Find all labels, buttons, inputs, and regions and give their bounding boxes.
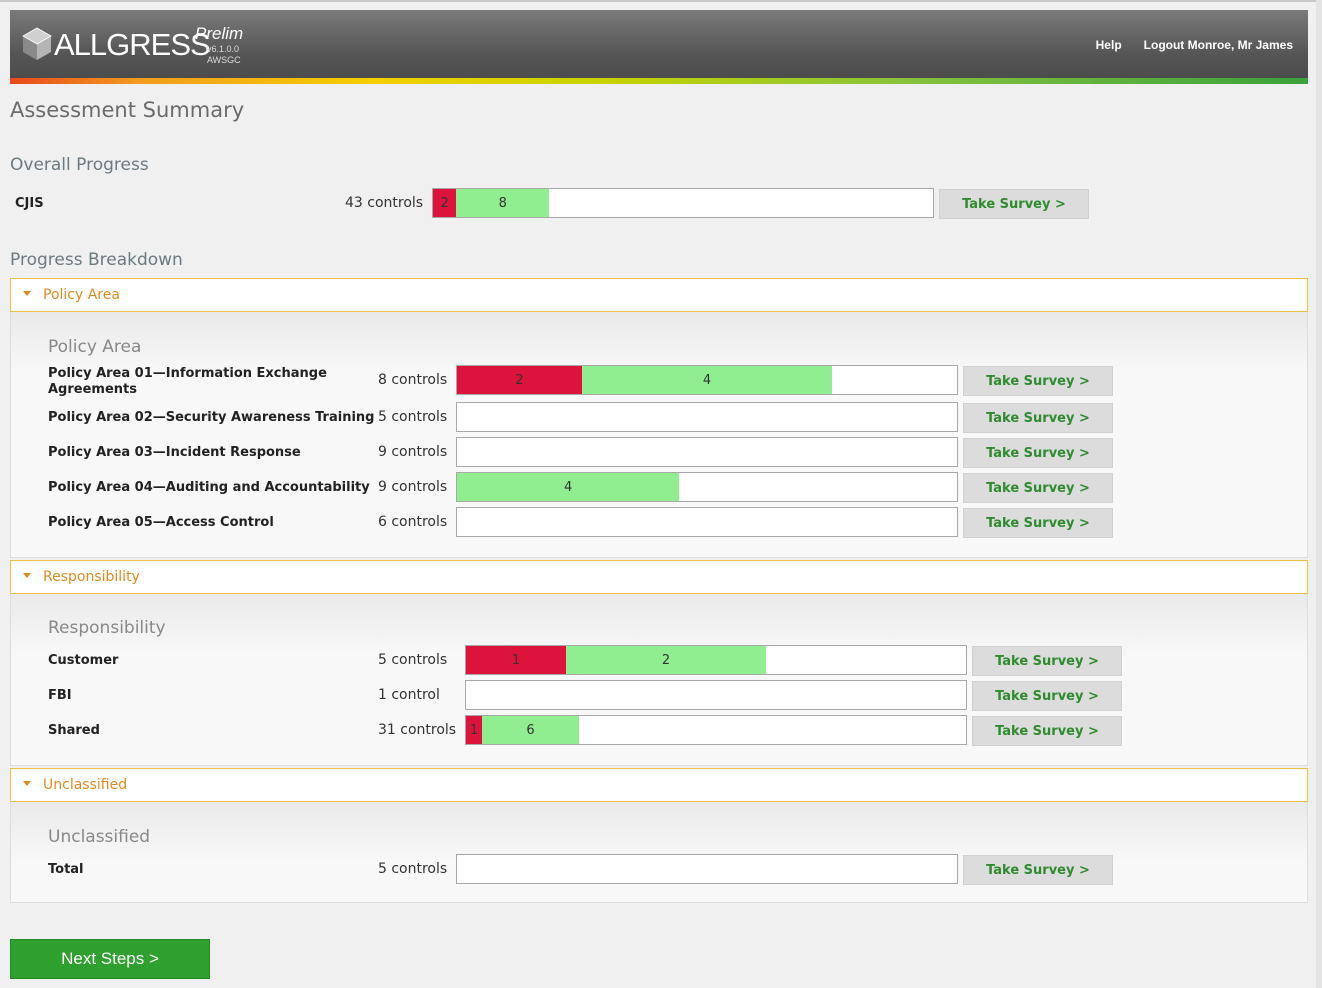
help-link[interactable]: Help bbox=[1096, 38, 1122, 52]
accordion-header-label: Unclassified bbox=[43, 777, 128, 793]
brand-name: ALLGRESS bbox=[54, 26, 211, 62]
policy-row-take-survey-button[interactable]: Take Survey > bbox=[963, 403, 1113, 433]
responsibility-row-count: 31 controls bbox=[378, 722, 457, 738]
policy-row-label: Policy Area 05—Access Control bbox=[48, 515, 274, 530]
green-progress-segment: 8 bbox=[456, 189, 550, 217]
policy-row-progress-bar: 24 bbox=[456, 365, 958, 395]
policy-row-take-survey-button[interactable]: Take Survey > bbox=[963, 508, 1113, 538]
accordion-header-responsibility[interactable]: Responsibility bbox=[10, 560, 1308, 594]
cube-logo-icon bbox=[22, 27, 52, 60]
accordion-header-unclassified[interactable]: Unclassified bbox=[10, 768, 1308, 802]
accordion-header-label: Responsibility bbox=[43, 569, 140, 585]
caret-down-icon bbox=[23, 291, 31, 296]
policy-row-progress-bar bbox=[456, 402, 958, 432]
green-progress-segment: 2 bbox=[566, 646, 766, 674]
caret-down-icon bbox=[23, 573, 31, 578]
responsibility-subtitle: Responsibility bbox=[48, 618, 166, 638]
responsibility-row-progress-bar bbox=[465, 680, 967, 710]
top-border bbox=[0, 0, 1322, 2]
policy-area-subtitle: Policy Area bbox=[48, 337, 142, 357]
responsibility-row-take-survey-button[interactable]: Take Survey > bbox=[972, 646, 1122, 676]
policy-row-label: Policy Area 03—Incident Response bbox=[48, 445, 301, 460]
responsibility-row-count: 5 controls bbox=[378, 652, 448, 668]
responsibility-row-take-survey-button[interactable]: Take Survey > bbox=[972, 681, 1122, 711]
policy-row-take-survey-button[interactable]: Take Survey > bbox=[963, 366, 1113, 396]
responsibility-row-count: 1 control bbox=[378, 687, 440, 703]
version-info: v6.1.0.0 AWSGC bbox=[207, 44, 241, 66]
red-progress-segment: 2 bbox=[433, 189, 457, 217]
responsibility-row-progress-bar: 16 bbox=[465, 715, 967, 745]
logout-link[interactable]: Logout Monroe, Mr James bbox=[1144, 38, 1293, 52]
responsibility-row-take-survey-button[interactable]: Take Survey > bbox=[972, 716, 1122, 746]
red-progress-segment: 1 bbox=[466, 716, 483, 744]
policy-row-label: Policy Area 04—Auditing and Accountabili… bbox=[48, 480, 370, 495]
page-scrollbar[interactable] bbox=[1316, 0, 1322, 988]
progress-breakdown-title: Progress Breakdown bbox=[10, 250, 183, 270]
accordion-header-label: Policy Area bbox=[43, 287, 120, 303]
overall-row-label: CJIS bbox=[15, 196, 44, 211]
overall-progress-title: Overall Progress bbox=[10, 155, 149, 175]
instance-name: AWSGC bbox=[207, 55, 241, 65]
app-header: ALLGRESS Prelim v6.1.0.0 AWSGC Help Logo… bbox=[10, 10, 1308, 84]
unclassified-row-label: Total bbox=[48, 862, 84, 877]
responsibility-row-progress-bar: 12 bbox=[465, 645, 967, 675]
green-progress-segment: 4 bbox=[582, 366, 832, 394]
policy-row-count: 5 controls bbox=[378, 409, 448, 425]
policy-row-progress-bar: 4 bbox=[456, 472, 958, 502]
red-progress-segment: 2 bbox=[457, 366, 582, 394]
responsibility-row-label: Shared bbox=[48, 723, 100, 738]
policy-row-count: 6 controls bbox=[378, 514, 448, 530]
accordion-body-unclassified bbox=[10, 802, 1308, 903]
responsibility-row-label: FBI bbox=[48, 688, 72, 703]
version-number: v6.1.0.0 bbox=[207, 44, 240, 54]
policy-row-count: 9 controls bbox=[378, 479, 448, 495]
responsibility-row-label: Customer bbox=[48, 653, 119, 668]
policy-row-label: Policy Area 02—Security Awareness Traini… bbox=[48, 410, 375, 425]
policy-row-count: 8 controls bbox=[378, 372, 448, 388]
caret-down-icon bbox=[23, 781, 31, 786]
policy-row-progress-bar bbox=[456, 507, 958, 537]
policy-row-take-survey-button[interactable]: Take Survey > bbox=[963, 438, 1113, 468]
unclassified-subtitle: Unclassified bbox=[48, 827, 151, 847]
next-steps-button[interactable]: Next Steps > bbox=[10, 939, 210, 979]
header-links: Help Logout Monroe, Mr James bbox=[1096, 38, 1293, 52]
accordion-header-policy-area[interactable]: Policy Area bbox=[10, 278, 1308, 312]
overall-progress-bar: 28 bbox=[432, 188, 934, 218]
overall-row-count: 43 controls bbox=[345, 195, 424, 211]
unclassified-row-count: 5 controls bbox=[378, 861, 448, 877]
edition-label: Prelim bbox=[195, 24, 244, 43]
unclassified-row-progress-bar bbox=[456, 854, 958, 884]
unclassified-row-take-survey-button[interactable]: Take Survey > bbox=[963, 855, 1113, 885]
header-color-stripe bbox=[10, 78, 1308, 84]
red-progress-segment: 1 bbox=[466, 646, 566, 674]
policy-row-progress-bar bbox=[456, 437, 958, 467]
policy-row-count: 9 controls bbox=[378, 444, 448, 460]
green-progress-segment: 4 bbox=[457, 473, 680, 501]
policy-row-label: Policy Area 01—Information Exchange Agre… bbox=[48, 366, 327, 397]
green-progress-segment: 6 bbox=[482, 716, 579, 744]
policy-row-take-survey-button[interactable]: Take Survey > bbox=[963, 473, 1113, 503]
overall-take-survey-button[interactable]: Take Survey > bbox=[939, 189, 1089, 219]
page-title: Assessment Summary bbox=[10, 98, 245, 122]
allgress-logo[interactable]: ALLGRESS bbox=[22, 24, 211, 64]
